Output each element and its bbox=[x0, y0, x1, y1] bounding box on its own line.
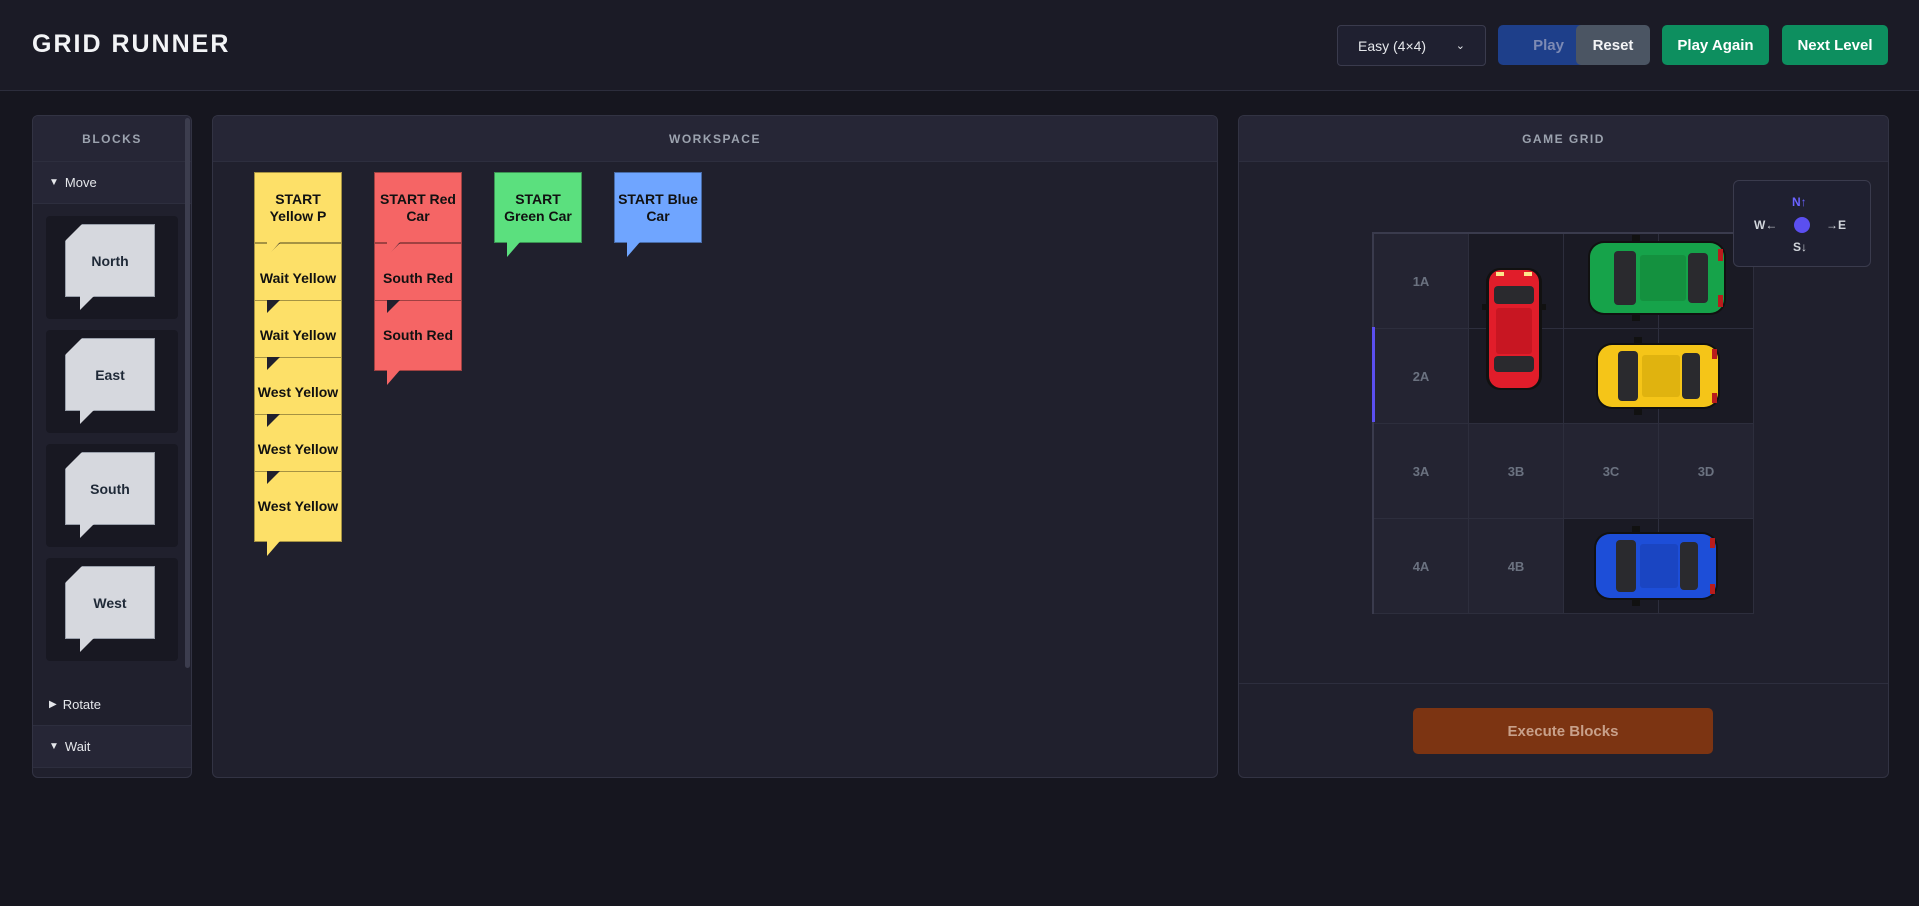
start-block[interactable]: START Blue Car bbox=[614, 172, 702, 257]
palette-item-north[interactable]: North bbox=[46, 216, 178, 319]
yellow-car-stack[interactable]: START Yellow P Wait Yellow Wait Yellow W… bbox=[254, 172, 342, 556]
start-block[interactable]: START Yellow P bbox=[254, 172, 342, 257]
grid-cell-4a: 4A bbox=[1374, 519, 1469, 614]
block-east[interactable]: East bbox=[65, 338, 155, 424]
block-label: Wait Yellow bbox=[259, 270, 337, 286]
triangle-right-icon: ▶ bbox=[49, 699, 57, 710]
block-label: START Green Car bbox=[504, 190, 572, 224]
execute-blocks-button[interactable]: Execute Blocks bbox=[1413, 708, 1713, 754]
compass-center-dot bbox=[1794, 217, 1810, 233]
category-move[interactable]: ▼ Move bbox=[33, 162, 191, 204]
grid-cell-3b: 3B bbox=[1469, 424, 1564, 519]
command-block[interactable]: South Red bbox=[374, 300, 462, 385]
difficulty-select[interactable]: Easy (4×4) ⌄ bbox=[1337, 25, 1486, 66]
workspace-panel[interactable]: WORKSPACE START Yellow P Wait Yellow Wai… bbox=[212, 115, 1218, 778]
blocks-scrollbar[interactable] bbox=[185, 118, 190, 668]
yellow-car bbox=[1596, 337, 1720, 415]
compass-west: W← bbox=[1754, 218, 1778, 232]
block-label: West Yellow bbox=[257, 498, 339, 514]
triangle-down-icon: ▼ bbox=[49, 177, 59, 188]
game-grid-title: GAME GRID bbox=[1239, 116, 1888, 162]
blue-car-stack[interactable]: START Blue Car bbox=[614, 172, 702, 257]
next-level-button[interactable]: Next Level bbox=[1782, 25, 1888, 65]
red-car bbox=[1482, 268, 1546, 390]
top-bar: GRID RUNNER Easy (4×4) ⌄ Play Reset Play… bbox=[0, 0, 1919, 91]
move-block-list: North East South West bbox=[33, 204, 191, 680]
workspace-title: WORKSPACE bbox=[213, 116, 1217, 162]
category-wait[interactable]: ▼ Wait bbox=[33, 726, 191, 768]
palette-item-east[interactable]: East bbox=[46, 330, 178, 433]
green-car-stack[interactable]: START Green Car bbox=[494, 172, 582, 257]
grid-cell-2a: 2A bbox=[1374, 329, 1469, 424]
command-block[interactable]: West Yellow bbox=[254, 471, 342, 556]
block-label: START Blue Car bbox=[618, 190, 698, 224]
red-car-stack[interactable]: START Red Car South Red South Red bbox=[374, 172, 462, 385]
block-south[interactable]: South bbox=[65, 452, 155, 538]
block-west[interactable]: West bbox=[65, 566, 155, 652]
block-label: START Red Car bbox=[380, 190, 456, 224]
block-label: West Yellow bbox=[257, 384, 339, 400]
grid-cell-4b: 4B bbox=[1469, 519, 1564, 614]
grid-cell-1a: 1A bbox=[1374, 234, 1469, 329]
active-row-marker bbox=[1372, 327, 1375, 422]
compass-east: →E bbox=[1826, 218, 1847, 232]
palette-item-south[interactable]: South bbox=[46, 444, 178, 547]
start-block[interactable]: START Red Car bbox=[374, 172, 462, 257]
reset-button[interactable]: Reset bbox=[1576, 25, 1650, 65]
start-block[interactable]: START Green Car bbox=[494, 172, 582, 257]
compass: N↑ W← →E S↓ bbox=[1733, 180, 1871, 267]
block-label: West Yellow bbox=[257, 441, 339, 457]
chevron-down-icon: ⌄ bbox=[1455, 40, 1465, 52]
blocks-title: BLOCKS bbox=[33, 116, 191, 162]
grid-cell-3c: 3C bbox=[1564, 424, 1659, 519]
block-label: South Red bbox=[383, 270, 453, 286]
block-label: START Yellow P bbox=[269, 190, 327, 224]
category-rotate[interactable]: ▶ Rotate bbox=[33, 684, 191, 726]
green-car bbox=[1588, 235, 1726, 321]
block-label: South Red bbox=[383, 327, 453, 343]
difficulty-value: Easy (4×4) bbox=[1358, 37, 1427, 54]
grid-cell-3a: 3A bbox=[1374, 424, 1469, 519]
compass-north: N↑ bbox=[1792, 195, 1807, 209]
triangle-down-icon: ▼ bbox=[49, 741, 59, 752]
play-again-button[interactable]: Play Again bbox=[1662, 25, 1769, 65]
grid-panel-divider bbox=[1239, 683, 1888, 684]
palette-item-west[interactable]: West bbox=[46, 558, 178, 661]
compass-south: S↓ bbox=[1793, 240, 1808, 254]
block-north[interactable]: North bbox=[65, 224, 155, 310]
block-label: Wait Yellow bbox=[259, 327, 337, 343]
app-title: GRID RUNNER bbox=[32, 30, 231, 58]
category-label: Rotate bbox=[62, 697, 102, 712]
blocks-panel: BLOCKS ▼ Move North East South West ▶ Ro… bbox=[32, 115, 192, 778]
category-label: Wait bbox=[64, 739, 91, 754]
blue-car bbox=[1594, 526, 1718, 606]
category-label: Move bbox=[64, 175, 97, 190]
grid-cell-3d: 3D bbox=[1659, 424, 1754, 519]
